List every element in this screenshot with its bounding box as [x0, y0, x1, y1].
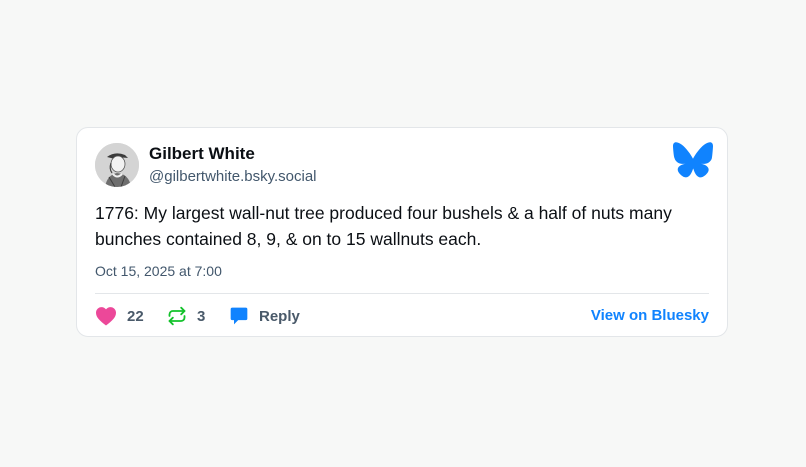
like-button[interactable]: 22: [95, 304, 144, 328]
author-handle[interactable]: @gilbertwhite.bsky.social: [149, 168, 317, 185]
avatar[interactable]: [95, 143, 139, 187]
speech-bubble-icon: [230, 307, 248, 325]
heart-icon: [96, 307, 116, 326]
post-timestamp[interactable]: Oct 15, 2025 at 7:00: [95, 263, 222, 279]
repost-count: 3: [197, 307, 206, 325]
reply-label: Reply: [259, 307, 300, 325]
divider: [95, 293, 709, 294]
reply-button[interactable]: Reply: [229, 304, 300, 328]
bluesky-butterfly-icon[interactable]: [673, 142, 713, 178]
like-count: 22: [127, 307, 144, 325]
post-text: 1776: My largest wall-nut tree produced …: [95, 203, 672, 249]
view-on-bluesky-link[interactable]: View on Bluesky: [591, 307, 709, 324]
post-actions: 22 3 Reply View on Bluesky: [95, 304, 709, 328]
avatar-portrait-image: [95, 143, 139, 187]
post-embed-card: Gilbert White @gilbertwhite.bsky.social …: [76, 127, 728, 337]
repost-icon: [168, 306, 186, 326]
repost-button[interactable]: 3: [167, 304, 205, 328]
author-name[interactable]: Gilbert White: [149, 144, 255, 164]
